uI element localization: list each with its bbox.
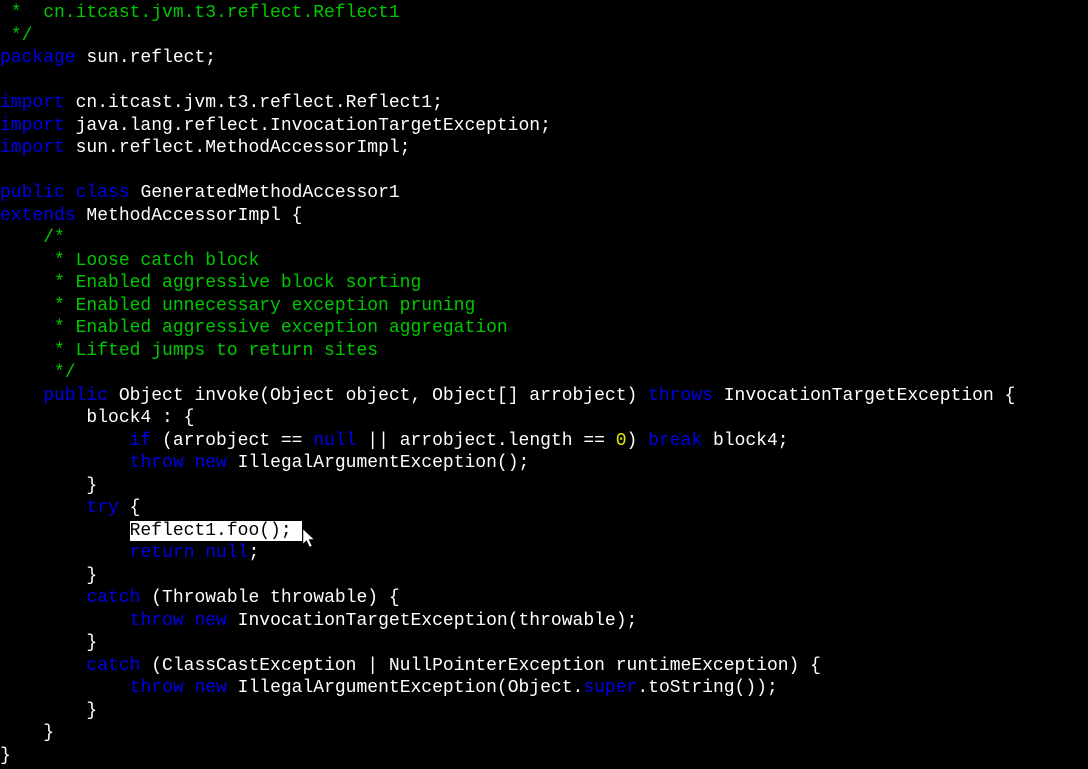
code-text: cn.itcast.jvm.t3.reflect.Reflect1; [65,93,443,113]
code-text: } [0,746,11,766]
code-text: IllegalArgumentException(); [227,453,529,473]
keyword-return: return [130,543,195,563]
code-text: || arrobject.length == [356,431,615,451]
code-text: } [0,633,97,653]
code-text: ) [627,431,649,451]
keyword-null: null [313,431,356,451]
comment-line: */ [0,26,32,46]
keyword-throws: throws [648,386,713,406]
keyword-import: import [0,93,65,113]
code-editor-content[interactable]: * cn.itcast.jvm.t3.reflect.Reflect1 */ p… [0,2,1088,767]
code-text: GeneratedMethodAccessor1 [130,183,400,203]
keyword-throw: throw [130,453,184,473]
comment-line: * Lifted jumps to return sites [0,341,378,361]
code-text: (arrobject == [151,431,313,451]
indent [0,521,130,541]
indent [0,588,86,608]
indent [0,498,86,518]
keyword-extends: extends [0,206,76,226]
keyword-package: package [0,48,76,68]
code-text: } [0,566,97,586]
code-text: } [0,701,97,721]
code-text: sun.reflect.MethodAccessorImpl; [65,138,411,158]
keyword-import: import [0,138,65,158]
selected-text: Reflect1.foo(); [130,521,292,541]
code-text: ; [248,543,259,563]
comment-line: * Enabled unnecessary exception pruning [0,296,475,316]
code-text: block4; [702,431,788,451]
keyword-class: class [76,183,130,203]
keyword-public: public [43,386,108,406]
indent [0,453,130,473]
code-text: } [0,476,97,496]
code-text: .toString()); [637,678,777,698]
keyword-if: if [130,431,152,451]
keyword-public: public [0,183,65,203]
comment-line: /* [0,228,65,248]
comment-line: * Enabled aggressive exception aggregati… [0,318,508,338]
space [184,678,195,698]
code-text: (ClassCastException | NullPointerExcepti… [140,656,821,676]
keyword-break: break [648,431,702,451]
code-text: MethodAccessorImpl { [76,206,303,226]
keyword-try: try [86,498,118,518]
keyword-catch: catch [86,588,140,608]
code-text: InvocationTargetException(throwable); [227,611,637,631]
comment-line: * Enabled aggressive block sorting [0,273,421,293]
keyword-catch: catch [86,656,140,676]
indent [0,543,130,563]
keyword-throw: throw [130,611,184,631]
keyword-throw: throw [130,678,184,698]
space [184,611,195,631]
indent [0,431,130,451]
code-text: block4 : { [0,408,194,428]
indent [0,611,130,631]
indent [0,678,130,698]
keyword-import: import [0,116,65,136]
code-text: { [119,498,141,518]
indent [0,386,43,406]
code-text: IllegalArgumentException(Object. [227,678,583,698]
code-text: sun.reflect; [76,48,216,68]
code-text: (Throwable throwable) { [140,588,399,608]
indent [0,656,86,676]
number-literal: 0 [616,431,627,451]
keyword-new: new [194,453,226,473]
keyword-new: new [194,611,226,631]
code-text: InvocationTargetException { [713,386,1015,406]
keyword-null: null [205,543,248,563]
comment-line: * Loose catch block [0,251,259,271]
space [194,543,205,563]
keyword-new: new [194,678,226,698]
space [184,453,195,473]
code-text: Object invoke(Object object, Object[] ar… [108,386,648,406]
comment-line: */ [0,363,76,383]
keyword-super: super [583,678,637,698]
code-text: } [0,723,54,743]
code-text: java.lang.reflect.InvocationTargetExcept… [65,116,551,136]
comment-line: * cn.itcast.jvm.t3.reflect.Reflect1 [0,3,400,23]
selected-text [292,521,303,541]
